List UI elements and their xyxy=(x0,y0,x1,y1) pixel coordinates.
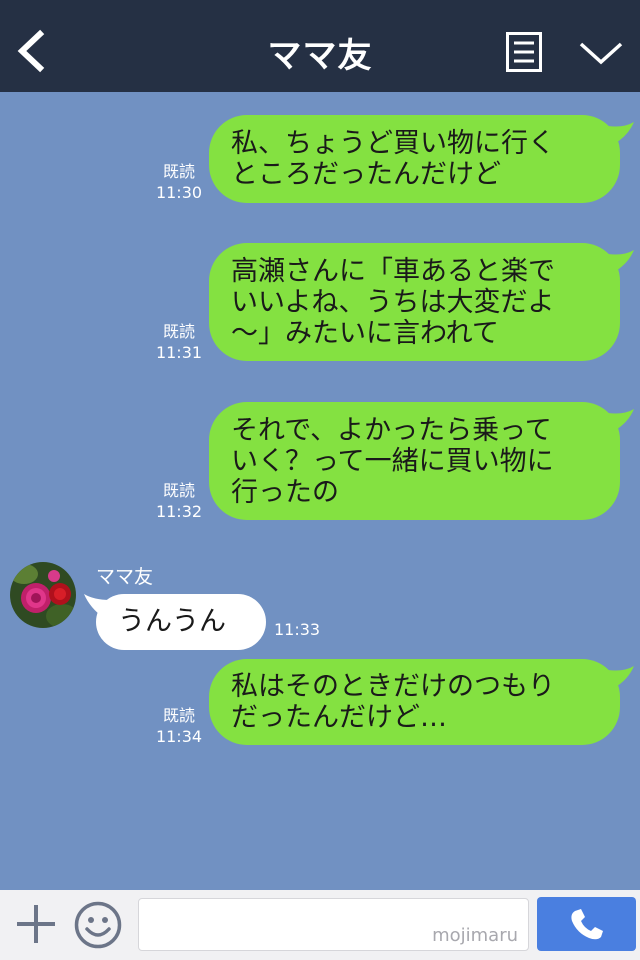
read-status: 既読 xyxy=(162,162,195,181)
message-line: だったんだけど… xyxy=(231,702,447,733)
message-line: ところだったんだけど xyxy=(231,159,501,190)
read-receipt: 既読 11:30 xyxy=(154,161,204,203)
outgoing-message[interactable]: 高瀬さんに「車あると楽で いいよね、うちは大変だよ 〜」みたいに言われて xyxy=(209,243,620,361)
collapse-button[interactable] xyxy=(578,38,624,68)
bubble-tail xyxy=(608,122,634,144)
sender-name: ママ友 xyxy=(96,566,154,588)
read-receipt: 既読 11:34 xyxy=(154,705,204,747)
input-bar: mojimaru xyxy=(0,890,640,960)
menu-button[interactable] xyxy=(506,32,542,72)
message-line: 行ったの xyxy=(231,476,339,508)
chat-title: ママ友 xyxy=(267,36,373,76)
read-status: 既読 xyxy=(162,706,195,725)
message-input[interactable]: mojimaru xyxy=(138,898,529,951)
incoming-message[interactable]: うんうん xyxy=(96,594,266,650)
add-button[interactable] xyxy=(14,902,58,946)
message-time: 11:30 xyxy=(155,183,203,202)
watermark-text: mojimaru xyxy=(432,925,518,946)
bubble-tail xyxy=(608,666,634,688)
outgoing-message[interactable]: それで、よかったら乗って いく？って一緒に買い物に 行ったの xyxy=(209,402,620,520)
contact-avatar[interactable] xyxy=(10,562,76,628)
message-time: 11:31 xyxy=(155,343,203,362)
message-line: 〜」みたいに言われて xyxy=(231,317,499,349)
bubble-tail xyxy=(608,250,634,272)
chevron-down-icon xyxy=(579,42,623,65)
read-status: 既読 xyxy=(162,481,195,500)
read-receipt: 既読 11:32 xyxy=(154,480,204,522)
message-line: 高瀬さんに「車あると楽で xyxy=(231,255,555,287)
message-time: 11:33 xyxy=(274,620,321,639)
message-time: 11:34 xyxy=(155,727,203,746)
read-receipt: 既読 11:31 xyxy=(154,321,204,363)
message-line: 私はそのときだけのつもり xyxy=(231,671,555,702)
message-time: 11:32 xyxy=(155,502,203,521)
chat-header: ママ友 xyxy=(0,0,640,92)
outgoing-message[interactable]: 私はそのときだけのつもり だったんだけど… xyxy=(209,659,620,745)
message-line: 私、ちょうど買い物に行く xyxy=(231,128,555,159)
bubble-tail xyxy=(608,409,634,431)
message-line: いいよね、うちは大変だよ xyxy=(231,286,555,318)
rose-photo-icon xyxy=(10,562,76,628)
message-line: それで、よかったら乗って xyxy=(231,414,552,446)
message-line: いく？って一緒に買い物に xyxy=(231,445,554,477)
outgoing-message[interactable]: 私、ちょうど買い物に行く ところだったんだけど xyxy=(209,115,620,203)
emoji-icon xyxy=(74,901,122,949)
phone-icon xyxy=(571,909,603,940)
read-status: 既読 xyxy=(162,322,195,341)
call-button[interactable] xyxy=(537,897,636,951)
emoji-button[interactable] xyxy=(74,901,122,949)
plus-icon xyxy=(17,905,55,943)
menu-list-icon xyxy=(506,32,542,72)
